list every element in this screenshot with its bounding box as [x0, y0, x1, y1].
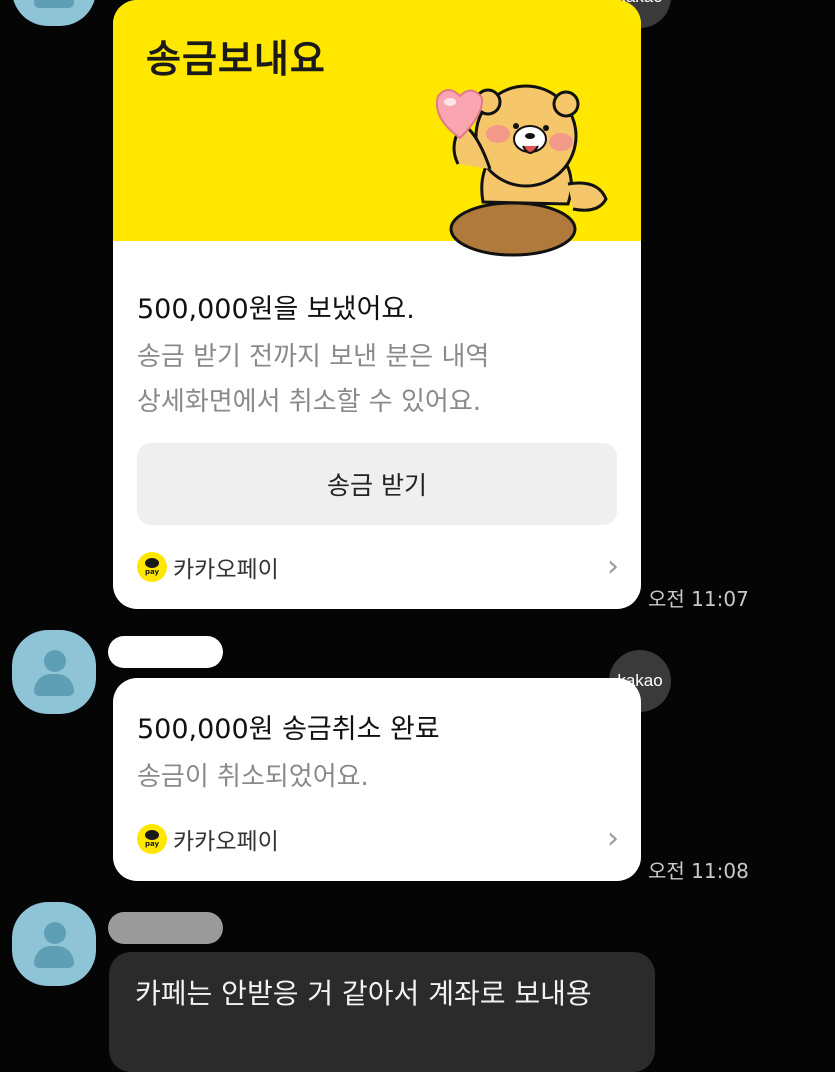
sender-name-redacted [108, 912, 223, 944]
transfer-cancel-card[interactable]: 500,000원 송금취소 완료 송금이 취소되었어요. pay 카카오페이 › [113, 678, 641, 881]
avatar[interactable] [12, 0, 96, 26]
cancel-amount-text: 500,000원 송금취소 완료 [137, 714, 440, 745]
amount-text: 500,000원을 보냈어요. [137, 294, 415, 325]
ryan-character-illustration [436, 84, 608, 257]
kakaopay-logo-icon: pay [137, 824, 167, 854]
card-description-line1: 송금 받기 전까지 보낸 분은 내역 [137, 342, 490, 372]
user-avatar-icon [44, 650, 66, 672]
message-time: 오전 11:08 [648, 859, 749, 883]
avatar[interactable] [12, 630, 96, 714]
card-title: 송금보내요 [146, 37, 326, 81]
user-avatar-icon [44, 922, 66, 944]
chat-message-text: 카페는 안받응 거 같아서 계좌로 보내용 [135, 977, 592, 1010]
receive-transfer-button[interactable]: 송금 받기 [137, 443, 617, 525]
kakaopay-label: 카카오페이 [173, 557, 279, 583]
sender-name-redacted [108, 636, 223, 668]
kakaopay-label: 카카오페이 [173, 829, 279, 855]
chat-message-bubble[interactable]: 카페는 안받응 거 같아서 계좌로 보내용 [109, 952, 655, 1072]
card-banner: 송금보내요 [113, 0, 641, 257]
transfer-sent-card[interactable]: 송금보내요 500,000원을 보냈어요. 송금 받기 전까지 보낸 분은 내역… [113, 0, 641, 609]
kakaopay-footer[interactable]: pay 카카오페이 › [137, 550, 619, 586]
avatar[interactable] [12, 902, 96, 986]
chevron-right-icon[interactable]: › [607, 822, 619, 856]
cancel-description: 송금이 취소되었어요. [137, 762, 369, 792]
kakaopay-footer[interactable]: pay 카카오페이 › [137, 822, 619, 858]
card-description-line2: 상세화면에서 취소할 수 있어요. [137, 387, 482, 417]
chevron-right-icon[interactable]: › [607, 550, 619, 584]
kakaopay-logo-icon: pay [137, 552, 167, 582]
message-time: 오전 11:07 [648, 587, 749, 611]
